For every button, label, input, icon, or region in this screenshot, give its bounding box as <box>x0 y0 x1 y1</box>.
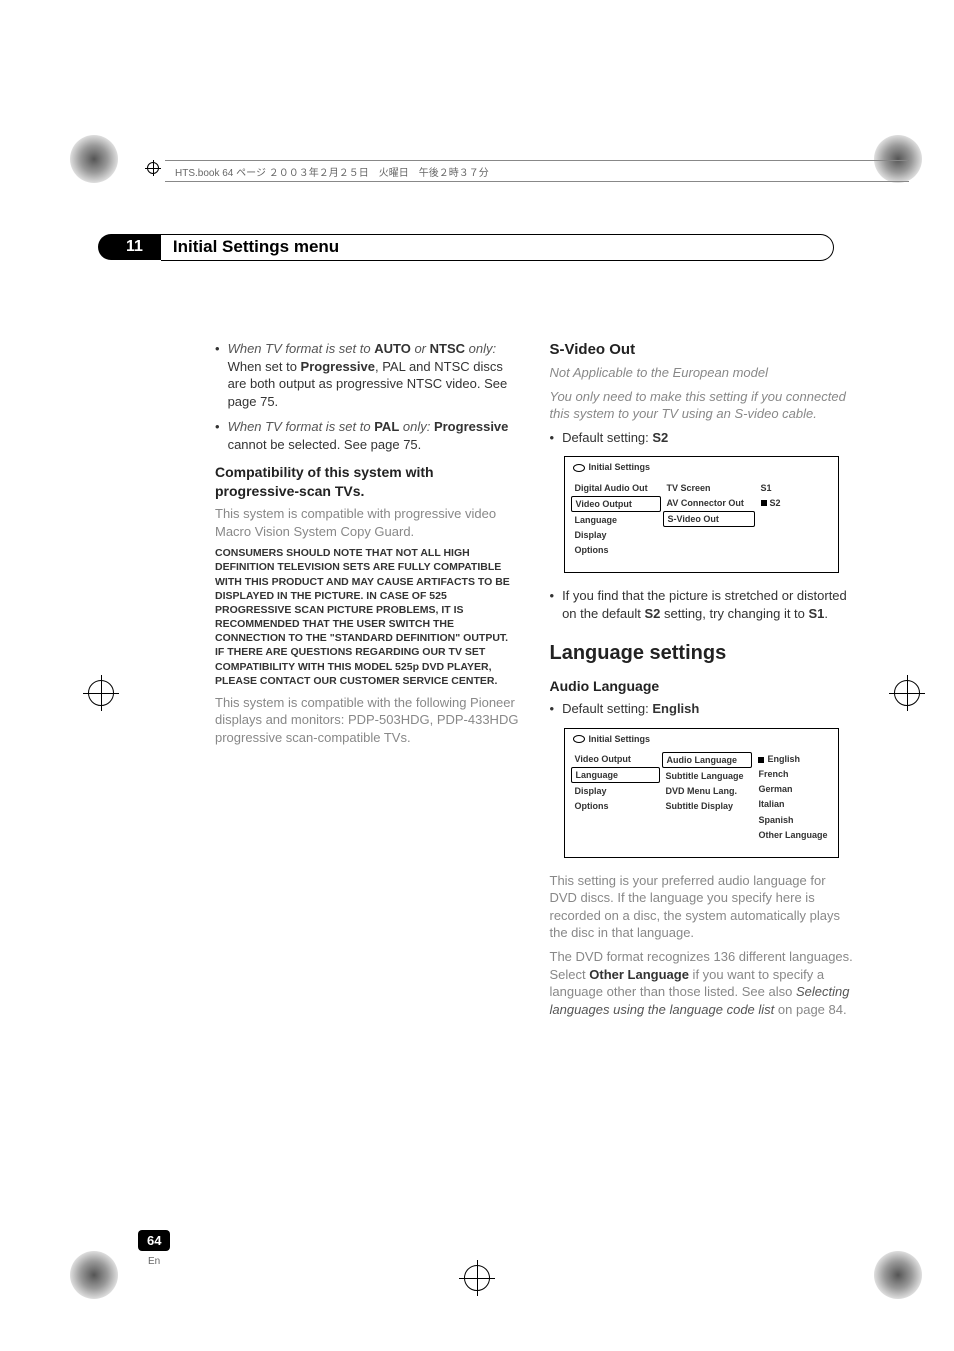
list-item: • When TV format is set to AUTO or NTSC … <box>215 340 520 410</box>
body-text: When TV format is set to PAL only: Progr… <box>228 418 520 453</box>
page-language: En <box>148 1256 160 1267</box>
osd-menu-col2: TV Screen AV Connector Out S-Video Out <box>663 480 755 559</box>
note-text: You only need to make this setting if yo… <box>550 388 855 423</box>
osd-item-selected: Video Output <box>571 496 661 512</box>
book-info: HTS.book 64 ページ ２００３年２月２５日 火曜日 午後２時３７分 <box>175 164 489 179</box>
body-text: Default setting: S2 <box>562 429 668 447</box>
note-text: Not Applicable to the European model <box>550 364 855 382</box>
chapter-title: Initial Settings menu <box>173 237 339 257</box>
osd-screenshot-audio-language: Initial Settings Video Output Language D… <box>564 728 839 858</box>
warning-text: CONSUMERS SHOULD NOTE THAT NOT ALL HIGH … <box>215 546 520 688</box>
osd-item: Digital Audio Out <box>571 481 661 495</box>
osd-item: Display <box>571 784 660 798</box>
list-item: • Default setting: S2 <box>550 429 855 447</box>
list-item: • Default setting: English <box>550 700 855 718</box>
page-number-badge: 64 <box>138 1230 170 1251</box>
osd-item: French <box>754 767 831 781</box>
osd-item: TV Screen <box>663 481 755 495</box>
osd-item: S1 <box>757 481 832 495</box>
osd-item: Language <box>571 513 661 527</box>
printer-mark <box>70 135 130 195</box>
osd-title: Initial Settings <box>565 457 838 475</box>
printer-mark <box>70 1251 130 1311</box>
osd-item: DVD Menu Lang. <box>662 784 753 798</box>
chapter-number: 11 <box>98 234 161 260</box>
osd-screenshot-svideo: Initial Settings Digital Audio Out Video… <box>564 456 839 573</box>
osd-item-selected: Language <box>571 767 660 783</box>
registration-mark <box>145 160 161 176</box>
right-column: S-Video Out Not Applicable to the Europe… <box>550 340 855 1211</box>
body-text: If you find that the picture is stretche… <box>562 587 854 622</box>
osd-item: Italian <box>754 797 831 811</box>
osd-menu-col3: English French German Italian Spanish Ot… <box>754 751 831 843</box>
list-item: • When TV format is set to PAL only: Pro… <box>215 418 520 453</box>
osd-item: Subtitle Language <box>662 769 753 783</box>
section-heading-language: Language settings <box>550 640 855 667</box>
body-text: When TV format is set to AUTO or NTSC on… <box>228 340 520 410</box>
subheading-audio-language: Audio Language <box>550 677 855 696</box>
registration-mark <box>894 680 920 706</box>
osd-item-marked: English <box>754 752 831 766</box>
osd-item: German <box>754 782 831 796</box>
body-text: This system is compatible with the follo… <box>215 694 520 747</box>
osd-item-marked: S2 <box>757 496 832 510</box>
osd-item: Video Output <box>571 752 660 766</box>
osd-menu-col3: S1 S2 <box>757 480 832 559</box>
bullet-icon: • <box>215 418 220 453</box>
printer-mark <box>874 1251 934 1311</box>
registration-mark <box>88 680 114 706</box>
osd-item: Subtitle Display <box>662 799 753 813</box>
body-text: This system is compatible with progressi… <box>215 505 520 540</box>
disc-icon <box>573 464 585 472</box>
left-column: • When TV format is set to AUTO or NTSC … <box>215 340 520 1211</box>
osd-item: Display <box>571 528 661 542</box>
body-text: The DVD format recognizes 136 different … <box>550 948 855 1018</box>
bullet-icon: • <box>550 700 555 718</box>
osd-menu-col1: Digital Audio Out Video Output Language … <box>571 480 661 559</box>
bullet-icon: • <box>215 340 220 410</box>
disc-icon <box>573 735 585 743</box>
bullet-icon: • <box>550 587 555 622</box>
subheading-svideo: S-Video Out <box>550 340 855 360</box>
body-text: This setting is your preferred audio lan… <box>550 872 855 942</box>
osd-item: Options <box>571 543 661 557</box>
header-bar: HTS.book 64 ページ ２００３年２月２５日 火曜日 午後２時３７分 <box>165 160 909 182</box>
osd-item-selected: S-Video Out <box>663 511 755 527</box>
osd-item: Options <box>571 799 660 813</box>
chapter-title-wrap: Initial Settings menu <box>161 234 834 261</box>
osd-menu-col2: Audio Language Subtitle Language DVD Men… <box>662 751 753 843</box>
osd-item-selected: Audio Language <box>662 752 753 768</box>
osd-menu-col1: Video Output Language Display Options <box>571 751 660 843</box>
chapter-bar: 11 Initial Settings menu <box>98 232 834 262</box>
osd-title: Initial Settings <box>565 729 838 747</box>
square-icon <box>761 500 767 506</box>
osd-item: AV Connector Out <box>663 496 755 510</box>
osd-item: Spanish <box>754 813 831 827</box>
list-item: • If you find that the picture is stretc… <box>550 587 855 622</box>
bullet-icon: • <box>550 429 555 447</box>
square-icon <box>758 757 764 763</box>
osd-item: Other Language <box>754 828 831 842</box>
subheading-compatibility: Compatibility of this system with progre… <box>215 463 520 501</box>
registration-mark <box>464 1265 490 1291</box>
body-text: Default setting: English <box>562 700 699 718</box>
